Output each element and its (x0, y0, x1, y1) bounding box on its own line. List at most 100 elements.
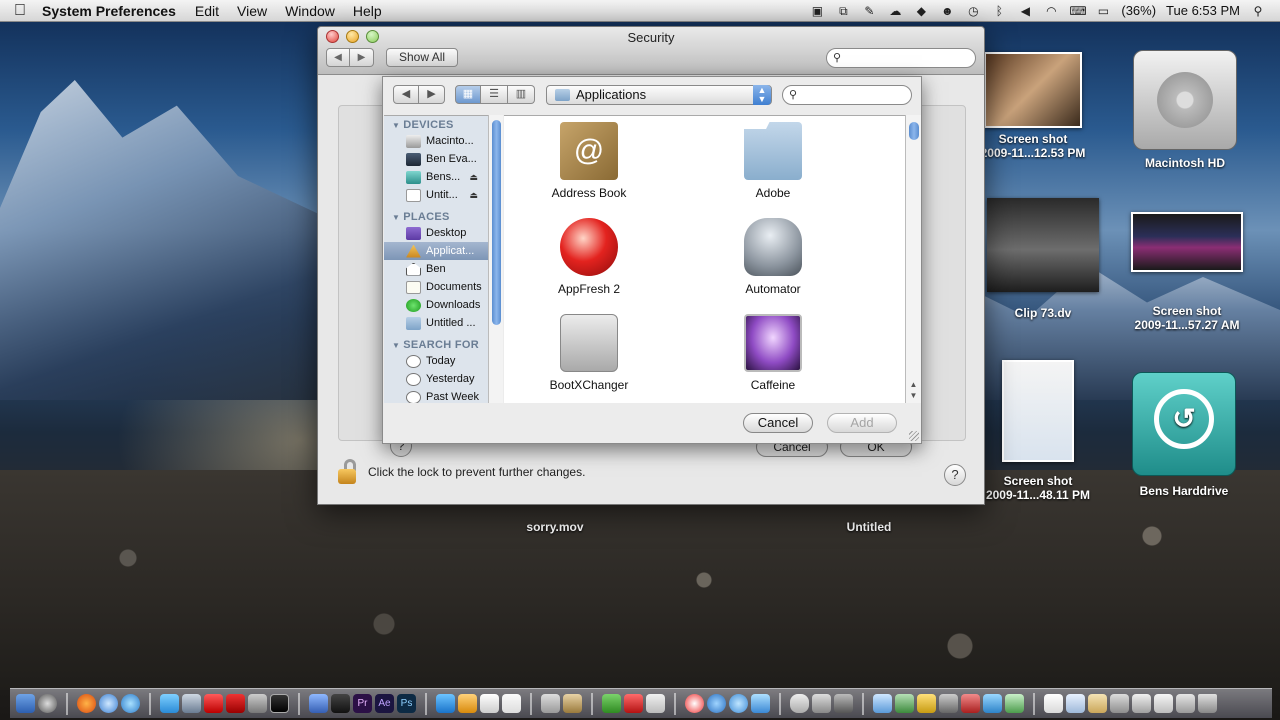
disk-utility-icon[interactable] (939, 694, 958, 713)
transmit-icon[interactable] (983, 694, 1002, 713)
sidebar-item-yesterday[interactable]: Yesterday (384, 370, 488, 388)
activity-monitor-icon[interactable] (834, 694, 853, 713)
copy-icon[interactable]: ⧉ (835, 4, 851, 18)
flash-icon[interactable] (226, 694, 245, 713)
eject-icon[interactable]: ⏏ (469, 172, 478, 183)
screenflow-icon[interactable] (873, 694, 892, 713)
safari-icon[interactable] (99, 694, 118, 713)
desktop-icon-sorry-mov[interactable]: sorry.mov (500, 520, 610, 534)
menu-view[interactable]: View (228, 3, 276, 19)
desktop-icon-untitled[interactable]: Untitled (814, 520, 924, 534)
desktop-icon-screenshot-2[interactable]: Screen shot 2009-11...57.27 AM (1126, 212, 1248, 332)
photo-booth-icon[interactable] (751, 694, 770, 713)
menu-help[interactable]: Help (344, 3, 391, 19)
battery-icon[interactable]: ▭ (1095, 4, 1111, 18)
apple-menu-icon[interactable]:  (0, 2, 40, 20)
cancel-button[interactable]: Cancel (743, 413, 813, 433)
network-icon[interactable] (160, 694, 179, 713)
back-button[interactable]: ◀ (326, 48, 350, 67)
itunes-icon[interactable] (436, 694, 455, 713)
sidebar-item-home[interactable]: Ben (384, 260, 488, 278)
sidebar-header-search-for[interactable]: ▼ SEARCH FOR (384, 336, 488, 352)
firefox-icon[interactable] (77, 694, 96, 713)
eject-icon[interactable]: ⏏ (469, 190, 478, 201)
textedit-icon[interactable] (480, 694, 499, 713)
trash-icon[interactable] (1198, 694, 1217, 713)
scroll-arrows-icon[interactable]: ▲ ▼ (906, 379, 921, 401)
file-item-address-book[interactable]: @ Address Book (504, 122, 674, 200)
after-effects-icon[interactable]: Ae (375, 694, 394, 713)
add-button[interactable]: Add (827, 413, 897, 433)
user-icon[interactable]: ☻ (939, 4, 955, 18)
ichat-icon[interactable] (121, 694, 140, 713)
ipod-icon[interactable] (790, 694, 809, 713)
file-stack-icon[interactable] (1176, 694, 1195, 713)
folder-stack-icon[interactable] (1154, 694, 1173, 713)
file-item-caffeine[interactable]: Caffeine (688, 314, 858, 392)
document-icon[interactable] (1044, 694, 1063, 713)
file-item-adobe[interactable]: Adobe (688, 122, 858, 200)
automator-icon[interactable] (541, 694, 560, 713)
sidebar-item-today[interactable]: Today (384, 352, 488, 370)
sidebar-header-devices[interactable]: ▼ DEVICES (384, 116, 488, 132)
scroll-thumb[interactable] (909, 122, 919, 140)
keyboard-icon[interactable]: ⌨ (1069, 4, 1086, 18)
cloud-icon[interactable]: ☁ (887, 4, 903, 18)
dvd-player-icon[interactable] (685, 694, 704, 713)
wifi-icon[interactable]: ◠ (1043, 4, 1059, 18)
volume-icon[interactable]: ◀ (1017, 4, 1033, 18)
sidebar-item-macintosh-hd[interactable]: Macinto... (384, 132, 488, 150)
menu-window[interactable]: Window (276, 3, 344, 19)
help-button[interactable]: ? (944, 464, 966, 486)
sidebar-item-past-week[interactable]: Past Week (384, 388, 488, 403)
terminal-icon[interactable] (270, 694, 289, 713)
spotlight-icon[interactable]: ⚲ (1250, 4, 1266, 18)
file-item-appfresh[interactable]: AppFresh 2 (504, 218, 674, 296)
desktop-icon-screenshot-3[interactable]: Screen shot 2009-11...48.11 PM (982, 360, 1094, 502)
icon-view-button[interactable]: ▦ (455, 85, 481, 104)
acrobat-icon[interactable] (204, 694, 223, 713)
bluetooth-icon[interactable]: ᛒ (991, 4, 1007, 18)
file-scrollbar[interactable]: ▲ ▼ (905, 115, 921, 403)
list-view-button[interactable]: ☰ (481, 85, 508, 104)
reader-icon[interactable] (624, 694, 643, 713)
stickies-icon[interactable] (917, 694, 936, 713)
imovie-icon[interactable] (309, 694, 328, 713)
cleaner-icon[interactable] (1005, 694, 1024, 713)
sidebar-scrollbar[interactable] (488, 115, 503, 403)
applications-stack-icon[interactable] (1110, 694, 1129, 713)
prefs-search-field[interactable]: ⚲ (826, 48, 976, 68)
sidebar-item-desktop[interactable]: Desktop (384, 224, 488, 242)
sidebar-header-places[interactable]: ▼ PLACES (384, 208, 488, 224)
desktop-icon-bens-harddrive[interactable]: ↺ Bens Harddrive (1128, 372, 1240, 498)
downloads-stack-icon[interactable] (1066, 694, 1085, 713)
desktop-icon-screenshot-1[interactable]: Screen shot 2009-11...12.53 PM (978, 52, 1088, 160)
sidebar-item-applications[interactable]: Applicat... (384, 242, 488, 260)
time-machine-icon[interactable]: ◷ (965, 4, 981, 18)
desktop-icon-clip-73[interactable]: Clip 73.dv (985, 198, 1101, 320)
sidebar-item-untitled-folder[interactable]: Untitled ... (384, 314, 488, 332)
sidebar-item-downloads[interactable]: Downloads (384, 296, 488, 314)
lock-icon[interactable] (336, 459, 360, 485)
preferences-icon[interactable] (248, 694, 267, 713)
quicktime-icon[interactable] (707, 694, 726, 713)
screen-record-icon[interactable]: ▣ (809, 4, 825, 18)
chrome-icon[interactable] (729, 694, 748, 713)
system-preferences-icon[interactable] (812, 694, 831, 713)
finder-icon[interactable] (16, 694, 35, 713)
final-cut-icon[interactable] (331, 694, 350, 713)
show-all-button[interactable]: Show All (386, 48, 459, 67)
location-popup[interactable]: Applications ▲ ▼ (546, 85, 772, 105)
caffeine-icon[interactable] (563, 694, 582, 713)
forward-button[interactable]: ▶ (419, 85, 445, 104)
back-button[interactable]: ◀ (393, 85, 419, 104)
scroll-thumb[interactable] (492, 120, 501, 325)
sheet-search-field[interactable]: ⚲ (782, 85, 912, 105)
window-titlebar[interactable]: Security ◀ ▶ Show All ⚲ (318, 27, 984, 75)
clock[interactable]: Tue 6:53 PM (1166, 3, 1240, 18)
resize-grip[interactable] (909, 431, 919, 441)
sidebar-item-untitled-drive[interactable]: Untit... ⏏ (384, 186, 488, 204)
premiere-icon[interactable]: Pr (353, 694, 372, 713)
photoshop-icon[interactable]: Ps (397, 694, 416, 713)
utilities-stack-icon[interactable] (1132, 694, 1151, 713)
